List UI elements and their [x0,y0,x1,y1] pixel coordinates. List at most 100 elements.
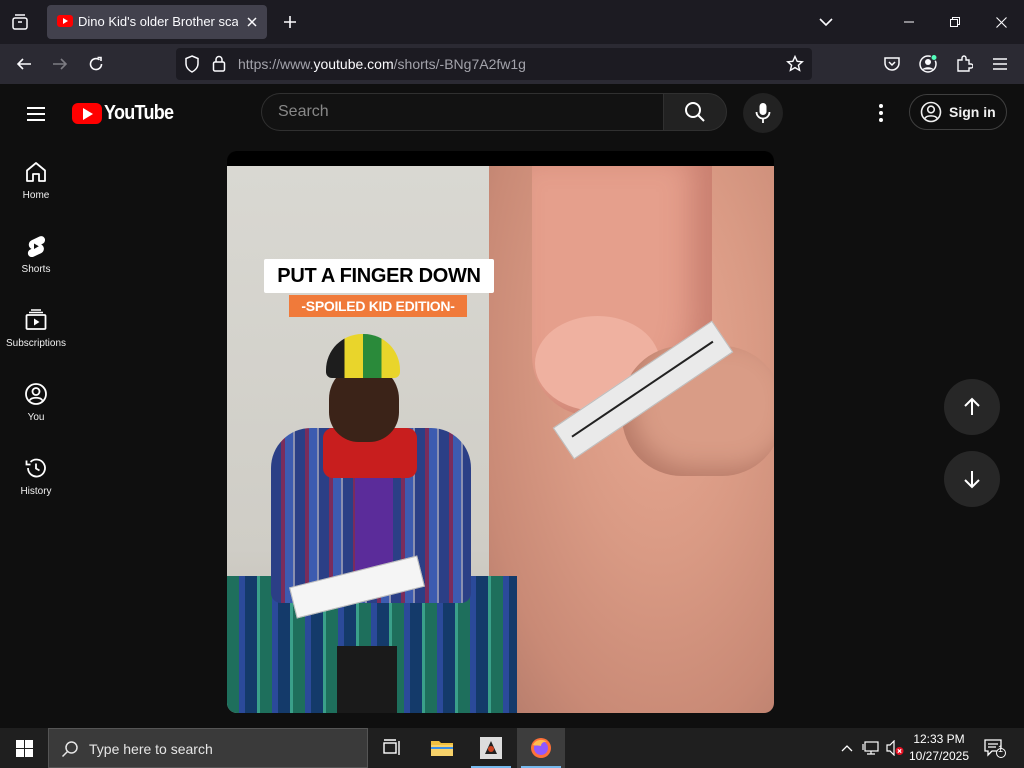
windows-logo-icon [15,739,33,757]
voice-search-button[interactable] [743,93,783,133]
file-explorer-taskbar-button[interactable] [418,728,466,768]
url-domain: youtube.com [313,56,394,72]
forward-button[interactable] [48,52,72,76]
guide-item-home[interactable]: Home [0,144,72,214]
guide-item-you[interactable]: You [0,366,72,436]
sign-in-button[interactable]: Sign in [909,94,1007,130]
window-restore-button[interactable] [932,0,978,44]
extensions-button[interactable] [952,52,976,76]
notification-count: 1 [998,744,1004,754]
tab-list-icon [12,14,28,30]
firefox-account-button[interactable] [916,52,940,76]
plus-icon [284,16,296,28]
account-circle-icon [25,383,47,405]
notification-center-button[interactable]: 1 [980,728,1010,768]
clock-time: 12:33 PM [913,732,965,746]
sign-in-label: Sign in [949,104,996,120]
search-input[interactable] [262,94,663,130]
tab-list-button[interactable] [8,10,32,34]
taskbar-search-placeholder: Type here to search [89,741,213,757]
youtube-favicon-icon [57,15,73,27]
show-hidden-icons-button[interactable] [836,728,858,768]
guide-item-shorts[interactable]: Shorts [0,218,72,288]
reload-button[interactable] [84,52,108,76]
new-tab-button[interactable] [278,10,302,34]
guide-item-label: Home [22,190,50,201]
list-all-tabs-button[interactable] [814,10,838,34]
window-close-button[interactable] [978,0,1024,44]
settings-more-button[interactable] [866,98,896,128]
video-overlay-title: PUT A FINGER DOWN [264,259,494,293]
youtube-page: YouTube Sign in Home [0,84,1024,728]
hamburger-menu-icon [27,107,45,121]
guide-item-subscriptions[interactable]: Subscriptions [0,292,72,362]
shorts-video-player[interactable]: PUT A FINGER DOWN -SPOILED KID EDITION- [227,151,774,713]
back-button[interactable] [12,52,36,76]
previous-video-button[interactable] [944,379,1000,435]
pinned-app-taskbar-button[interactable] [467,728,515,768]
vertical-dots-icon [879,104,883,122]
taskbar-search-box[interactable]: Type here to search [48,728,368,768]
pocket-button[interactable] [880,52,904,76]
firefox-taskbar-button[interactable] [517,728,565,768]
youtube-logo[interactable]: YouTube [72,102,181,125]
search-icon [61,741,78,758]
chevron-down-icon [819,18,833,27]
search-button[interactable] [663,93,727,131]
video-overlay-subtitle: -SPOILED KID EDITION- [289,295,467,317]
close-icon [995,16,1007,28]
close-icon [247,17,257,27]
guide-item-label: History [20,486,52,497]
url-prefix: https://www. [238,56,314,72]
account-icon [919,54,938,73]
guide-menu-button[interactable] [20,98,52,130]
url-path: /shorts/-BNg7A2fw1g [393,56,526,72]
purple-shirt-shape [355,466,393,576]
microphone-icon [755,103,771,123]
task-view-icon [383,739,400,755]
shorts-icon [27,236,46,258]
taskbar-clock[interactable]: 12:33 PM 10/27/2025 [904,731,974,765]
arrow-up-icon [964,397,980,415]
puzzle-piece-icon [957,55,973,72]
window-minimize-button[interactable] [886,0,932,44]
subscriptions-icon [25,309,47,330]
guide-item-history[interactable]: History [0,440,72,510]
pocket-icon [884,57,900,71]
chevron-up-icon [841,745,853,752]
windows-taskbar: Type here to search 12:33 PM 10/27/2025 … [0,728,1024,768]
volume-muted-icon [886,740,904,756]
firefox-icon [531,738,551,758]
chair-shape [337,646,397,713]
search-box[interactable] [261,93,663,131]
url-text[interactable]: https://www.youtube.com/shorts/-BNg7A2fw… [238,56,526,72]
youtube-logo-text: YouTube [104,102,174,124]
network-monitor-icon [862,741,879,755]
browser-navigation-toolbar: https://www.youtube.com/shorts/-BNg7A2fw… [0,44,1024,84]
guide-item-label: Shorts [21,264,51,275]
url-bar[interactable]: https://www.youtube.com/shorts/-BNg7A2fw… [176,48,812,80]
bookmark-star-icon[interactable] [786,55,804,73]
tracking-protection-shield-icon[interactable] [184,55,200,73]
browser-tab-strip: Dino Kid's older Brother scared [0,0,1024,44]
tab-close-button[interactable] [243,13,261,31]
start-button[interactable] [0,728,48,768]
arrow-right-icon [53,58,68,70]
clock-date: 10/27/2025 [908,749,970,763]
next-video-button[interactable] [944,451,1000,507]
network-tray-button[interactable] [860,728,882,768]
guide-item-label: You [27,412,45,423]
arrow-left-icon [16,58,31,70]
task-view-button[interactable] [368,728,416,768]
arrow-down-icon [964,471,980,489]
lock-icon[interactable] [212,55,226,72]
volume-tray-button[interactable] [884,728,906,768]
youtube-play-logo-icon [72,103,102,124]
account-circle-icon [920,101,942,123]
browser-tab-active[interactable]: Dino Kid's older Brother scared [47,5,267,39]
restore-icon [950,17,960,27]
video-frame: PUT A FINGER DOWN -SPOILED KID EDITION- [227,166,774,713]
minimize-icon [904,21,914,23]
search-icon [685,102,705,122]
app-menu-button[interactable] [988,52,1012,76]
